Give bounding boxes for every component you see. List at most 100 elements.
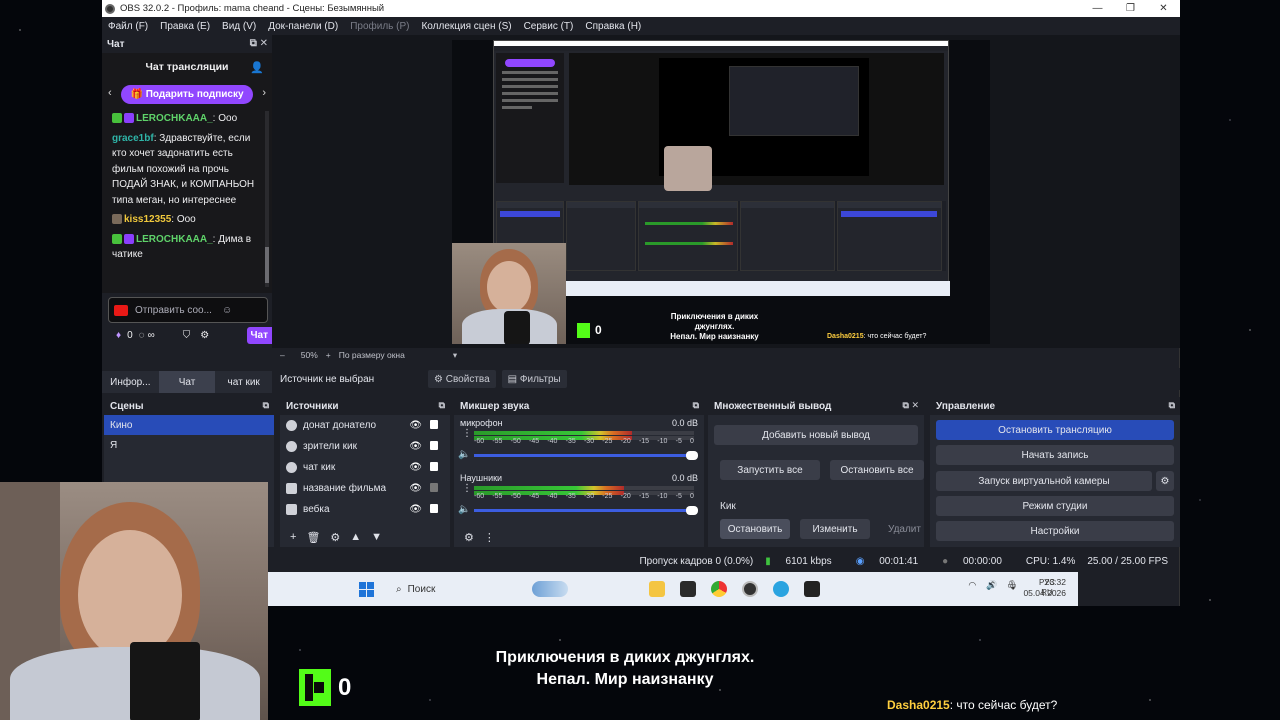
- source-item[interactable]: чат кик 👁: [280, 457, 450, 478]
- float-icon[interactable]: ⧉: [250, 38, 257, 49]
- move-up-icon[interactable]: ▲: [350, 531, 361, 543]
- source-item[interactable]: вебка 👁: [280, 499, 450, 520]
- zoom-in-button[interactable]: +: [326, 350, 331, 360]
- bits-icon[interactable]: ♦: [116, 330, 121, 341]
- filters-button[interactable]: ▤ Фильтры: [501, 370, 567, 388]
- taskbar-clock[interactable]: 23:32 05.04.2026: [1023, 577, 1066, 599]
- trash-icon[interactable]: 🗑: [306, 531, 320, 544]
- kebab-icon[interactable]: ⋮: [484, 531, 495, 544]
- preview-area[interactable]: 0 Приключения в диких джунглях. Непал. М…: [272, 35, 1180, 348]
- wifi-icon[interactable]: ◠: [968, 580, 976, 591]
- unlock-icon[interactable]: [430, 483, 438, 492]
- eye-icon[interactable]: 👁: [409, 483, 422, 494]
- minimize-button[interactable]: —: [1081, 0, 1114, 17]
- lock-icon[interactable]: [430, 441, 438, 450]
- menu-edit[interactable]: Правка (E): [160, 21, 210, 32]
- chat-username[interactable]: LEROCHKAAA_: [136, 113, 213, 124]
- close-icon[interactable]: ✕: [260, 38, 268, 49]
- chat-username[interactable]: LEROCHKAAA_: [136, 234, 213, 245]
- move-down-icon[interactable]: ▼: [371, 531, 382, 543]
- close-icon[interactable]: ✕: [911, 400, 919, 410]
- preview-canvas[interactable]: 0 Приключения в диких джунглях. Непал. М…: [452, 40, 990, 344]
- menu-scene-collection[interactable]: Коллекция сцен (S): [421, 21, 511, 32]
- start-all-button[interactable]: Запустить все: [720, 460, 820, 480]
- volume-icon[interactable]: 🔊: [986, 580, 997, 591]
- menu-file[interactable]: Файл (F): [108, 21, 148, 32]
- kebab-icon[interactable]: ⋮: [462, 484, 472, 494]
- add-output-button[interactable]: Добавить новый вывод: [714, 425, 918, 445]
- scene-item[interactable]: Кино: [104, 415, 274, 435]
- windows-start-icon[interactable]: [359, 582, 374, 597]
- gear-icon[interactable]: ⚙: [330, 531, 340, 544]
- gear-icon[interactable]: ⚙: [200, 330, 209, 341]
- tab-info[interactable]: Инфор...: [102, 371, 159, 393]
- edit-output-button[interactable]: Изменить: [800, 519, 870, 539]
- virtual-camera-button[interactable]: Запуск виртуальной камеры: [936, 471, 1152, 491]
- shield-icon[interactable]: ⛉: [183, 330, 191, 341]
- delete-output-button[interactable]: Удалит: [880, 519, 924, 539]
- terminal-icon[interactable]: [804, 581, 820, 597]
- menu-docks[interactable]: Док-панели (D): [268, 21, 338, 32]
- gear-icon[interactable]: ⚙: [1156, 471, 1174, 491]
- stop-all-button[interactable]: Остановить все: [830, 460, 924, 480]
- users-icon[interactable]: 👤: [250, 61, 264, 74]
- chevron-right-icon[interactable]: ›: [262, 87, 266, 99]
- scene-item[interactable]: Я: [104, 435, 274, 455]
- chat-username[interactable]: kiss12355: [124, 214, 171, 225]
- battery-icon[interactable]: ▭: [1007, 580, 1016, 591]
- float-icon[interactable]: ⧉: [263, 400, 269, 411]
- camera-icon[interactable]: [114, 304, 128, 316]
- chrome-icon[interactable]: [711, 581, 727, 597]
- eye-icon[interactable]: 👁: [409, 420, 422, 431]
- menu-view[interactable]: Вид (V): [222, 21, 256, 32]
- eye-icon[interactable]: 👁: [409, 504, 422, 515]
- speaker-icon[interactable]: 🔈: [458, 504, 470, 515]
- eye-icon[interactable]: 👁: [409, 441, 422, 452]
- slider-knob[interactable]: [686, 451, 698, 460]
- chat-send-button[interactable]: Чат: [246, 327, 272, 344]
- stop-stream-button[interactable]: Остановить трансляцию: [936, 420, 1174, 440]
- start-recording-button[interactable]: Начать запись: [936, 445, 1174, 465]
- chevron-down-icon[interactable]: ▾: [453, 350, 457, 361]
- taskbar-search[interactable]: ⌕ Поиск: [388, 579, 568, 599]
- chat-username[interactable]: grace1bf: [112, 133, 154, 144]
- app-icon[interactable]: [680, 581, 696, 597]
- close-window-button[interactable]: ✕: [1147, 0, 1180, 17]
- zoom-out-button[interactable]: –: [280, 350, 285, 360]
- telegram-icon[interactable]: [773, 581, 789, 597]
- gear-icon[interactable]: ⚙: [464, 531, 474, 544]
- studio-mode-button[interactable]: Режим студии: [936, 496, 1174, 516]
- volume-slider[interactable]: [474, 506, 698, 515]
- source-item[interactable]: название фильма 👁: [280, 478, 450, 499]
- scrollbar-thumb[interactable]: [265, 247, 269, 283]
- chat-scrollbar[interactable]: [265, 111, 269, 287]
- menu-tools[interactable]: Сервис (T): [524, 21, 574, 32]
- source-item[interactable]: донат донатело 👁: [280, 415, 450, 436]
- tab-chat[interactable]: Чат: [158, 371, 216, 393]
- float-icon[interactable]: ⧉: [439, 400, 445, 411]
- properties-button[interactable]: ⚙ Свойства: [428, 370, 496, 388]
- slider-knob[interactable]: [686, 506, 698, 515]
- maximize-button[interactable]: ❐: [1114, 0, 1147, 17]
- speaker-icon[interactable]: 🔈: [458, 449, 470, 460]
- stop-output-button[interactable]: Остановить: [720, 519, 790, 539]
- tab-kick-chat[interactable]: чат кик: [215, 371, 273, 393]
- eye-icon[interactable]: 👁: [409, 462, 422, 473]
- obs-icon[interactable]: [742, 581, 758, 597]
- kebab-icon[interactable]: ⋮: [462, 429, 472, 439]
- chevron-left-icon[interactable]: ‹: [108, 87, 112, 99]
- folder-icon[interactable]: [649, 581, 665, 597]
- lock-icon[interactable]: [430, 504, 438, 513]
- chat-send-input[interactable]: Отправить соо... ☺: [108, 297, 268, 323]
- lock-icon[interactable]: [430, 420, 438, 429]
- float-icon[interactable]: ⧉: [1169, 400, 1175, 411]
- lock-icon[interactable]: [430, 462, 438, 471]
- settings-button[interactable]: Настройки: [936, 521, 1174, 541]
- float-icon[interactable]: ⧉: [903, 400, 909, 410]
- add-source-button[interactable]: +: [290, 531, 296, 543]
- gift-sub-button[interactable]: 🎁 Подарить подписку: [121, 84, 253, 104]
- points-icon[interactable]: ◌: [139, 330, 145, 341]
- emote-icon[interactable]: ☺: [222, 305, 232, 316]
- source-item[interactable]: зрители кик 👁: [280, 436, 450, 457]
- volume-slider[interactable]: [474, 451, 698, 460]
